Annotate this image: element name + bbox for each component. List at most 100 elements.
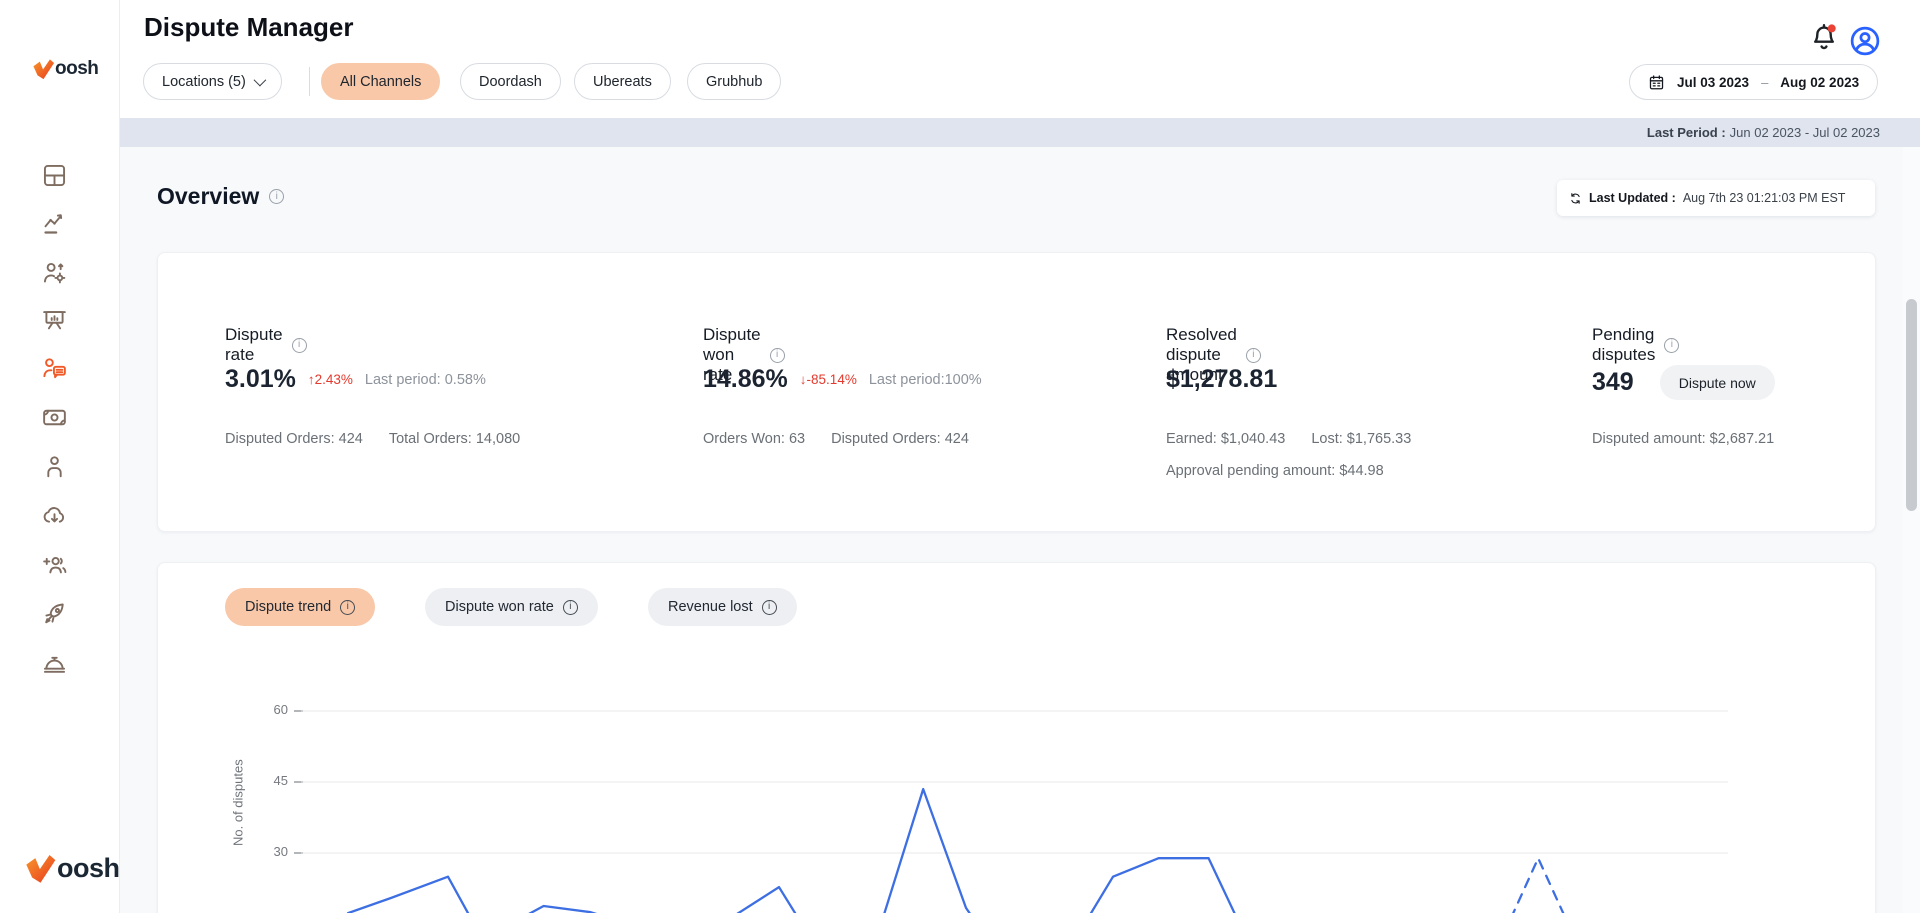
metric-stat: Total Orders: 14,080 <box>389 431 520 447</box>
metric-stat: Earned: $1,040.43 <box>1166 431 1285 447</box>
metric-stats: Earned: $1,040.43 Lost: $1,765.33 <box>1166 431 1411 447</box>
metric-stat: Lost: $1,765.33 <box>1311 431 1411 447</box>
metric-info-icon[interactable] <box>1664 338 1679 353</box>
account-avatar[interactable] <box>1848 24 1882 58</box>
service-bell-icon <box>41 649 68 676</box>
metric-last-period: Last period: 0.58% <box>365 372 486 388</box>
notifications-button[interactable] <box>1808 22 1840 54</box>
payments-icon <box>41 404 68 431</box>
metric-stat: Disputed amount: $2,687.21 <box>1592 431 1774 447</box>
metric-stat: Disputed Orders: 424 <box>225 431 363 447</box>
voosh-logo-mark <box>32 58 55 80</box>
locations-dropdown[interactable]: Locations (5) <box>143 63 282 100</box>
add-team-icon <box>41 551 68 578</box>
metric-stat-secondary: Approval pending amount: $44.98 <box>1166 463 1384 479</box>
sidebar-item-analytics[interactable] <box>41 210 68 237</box>
overview-heading: Overview <box>157 183 284 210</box>
y-axis-tick-label: 60 <box>246 702 288 717</box>
sidebar: oosh <box>0 0 120 913</box>
channel-chip-doordash[interactable]: Doordash <box>460 63 561 100</box>
sidebar-item-dispute-manager[interactable] <box>41 355 68 382</box>
metric-value: 349 <box>1592 368 1634 397</box>
overview-heading-text: Overview <box>157 183 259 210</box>
metric-stat: Disputed Orders: 424 <box>831 431 969 447</box>
sidebar-item-growth[interactable] <box>41 600 68 627</box>
avatar-icon <box>1848 24 1882 58</box>
voosh-footer-logo: oosh <box>24 853 120 884</box>
channel-chip-label: All Channels <box>340 74 421 90</box>
calendar-icon <box>1648 74 1665 91</box>
scrollbar-thumb[interactable] <box>1906 299 1917 511</box>
sidebar-item-user-settings[interactable] <box>41 259 68 286</box>
sidebar-item-profile[interactable] <box>41 453 68 480</box>
tab-label: Dispute trend <box>245 599 331 615</box>
date-range-picker[interactable]: Jul 03 2023 – Aug 02 2023 <box>1629 64 1878 100</box>
filter-divider <box>309 67 310 96</box>
sidebar-item-presentation[interactable] <box>41 307 68 334</box>
date-range-start: Jul 03 2023 <box>1677 75 1749 90</box>
sidebar-item-downloads[interactable] <box>41 502 68 529</box>
channel-chip-grubhub[interactable]: Grubhub <box>687 63 781 100</box>
user-settings-icon <box>41 259 68 286</box>
channel-chip-ubereats[interactable]: Ubereats <box>574 63 671 100</box>
metric-stats: Disputed amount: $2,687.21 <box>1592 431 1774 447</box>
sidebar-item-concierge[interactable] <box>41 649 68 676</box>
metric-stat: Orders Won: 63 <box>703 431 805 447</box>
last-updated-value: Aug 7th 23 01:21:03 PM EST <box>1683 191 1846 205</box>
profile-icon <box>41 453 68 480</box>
tab-info-icon[interactable] <box>340 600 355 615</box>
last-period-value: Jun 02 2023 - Jul 02 2023 <box>1730 125 1880 140</box>
last-period-label: Last Period : <box>1647 125 1726 140</box>
sidebar-item-payments[interactable] <box>41 404 68 431</box>
last-updated-label: Last Updated : <box>1589 191 1676 205</box>
chevron-down-icon <box>253 74 266 87</box>
dispute-trend-card: Dispute trend Dispute won rate Revenue l… <box>157 562 1876 913</box>
overview-info-icon[interactable] <box>269 189 284 204</box>
metric-info-icon[interactable] <box>292 338 307 353</box>
bell-icon <box>1808 22 1840 54</box>
scrollbar-track[interactable] <box>1903 147 1920 913</box>
page-title: Dispute Manager <box>144 12 354 43</box>
voosh-footer-logo-text: oosh <box>57 853 120 884</box>
metric-value-row: 349 Dispute now <box>1592 365 1775 400</box>
metric-title: Dispute rate <box>225 325 307 365</box>
dispute-trend-chart <box>301 693 1728 913</box>
dispute-manager-icon <box>41 355 68 382</box>
tab-dispute-won-rate[interactable]: Dispute won rate <box>425 588 598 626</box>
notification-dot <box>1828 24 1836 32</box>
tab-label: Dispute won rate <box>445 599 554 615</box>
metric-change: ↑2.43% <box>308 372 353 387</box>
tab-revenue-lost[interactable]: Revenue lost <box>648 588 797 626</box>
content-area: Overview Last Updated : Aug 7th 23 01:21… <box>120 147 1920 913</box>
dispute-now-button[interactable]: Dispute now <box>1660 365 1775 400</box>
metric-info-icon[interactable] <box>770 348 785 363</box>
presentation-icon <box>41 307 68 334</box>
sidebar-item-dashboard[interactable] <box>41 162 68 189</box>
date-range-end: Aug 02 2023 <box>1780 75 1859 90</box>
overview-metrics-card: Dispute rate 3.01% ↑2.43% Last period: 0… <box>157 252 1876 532</box>
tab-dispute-trend[interactable]: Dispute trend <box>225 588 375 626</box>
top-header: Dispute Manager Locations (5) All Channe… <box>120 0 1920 118</box>
metric-change: ↓-85.14% <box>800 372 857 387</box>
metric-value: 14.86% <box>703 365 788 394</box>
metric-title-text: Dispute rate <box>225 325 283 365</box>
channel-chip-label: Ubereats <box>593 74 652 90</box>
cloud-download-icon <box>41 502 68 529</box>
last-updated-badge[interactable]: Last Updated : Aug 7th 23 01:21:03 PM ES… <box>1557 180 1875 216</box>
metric-value: 3.01% <box>225 365 296 394</box>
sidebar-item-add-team[interactable] <box>41 551 68 578</box>
metric-title: Pending disputes <box>1592 325 1679 365</box>
channel-chip-label: Doordash <box>479 74 542 90</box>
voosh-logo[interactable]: oosh <box>32 58 98 80</box>
metric-info-icon[interactable] <box>1246 348 1261 363</box>
tab-info-icon[interactable] <box>563 600 578 615</box>
analytics-icon <box>41 210 68 237</box>
tab-label: Revenue lost <box>668 599 753 615</box>
tab-info-icon[interactable] <box>762 600 777 615</box>
refresh-icon <box>1569 192 1582 205</box>
voosh-logo-text: oosh <box>55 58 98 80</box>
rocket-icon <box>41 600 68 627</box>
channel-chip-all-channels[interactable]: All Channels <box>321 63 440 100</box>
chart-y-axis-label: No. of disputes <box>230 693 246 913</box>
metric-value-row: $1,278.81 <box>1166 365 1277 394</box>
